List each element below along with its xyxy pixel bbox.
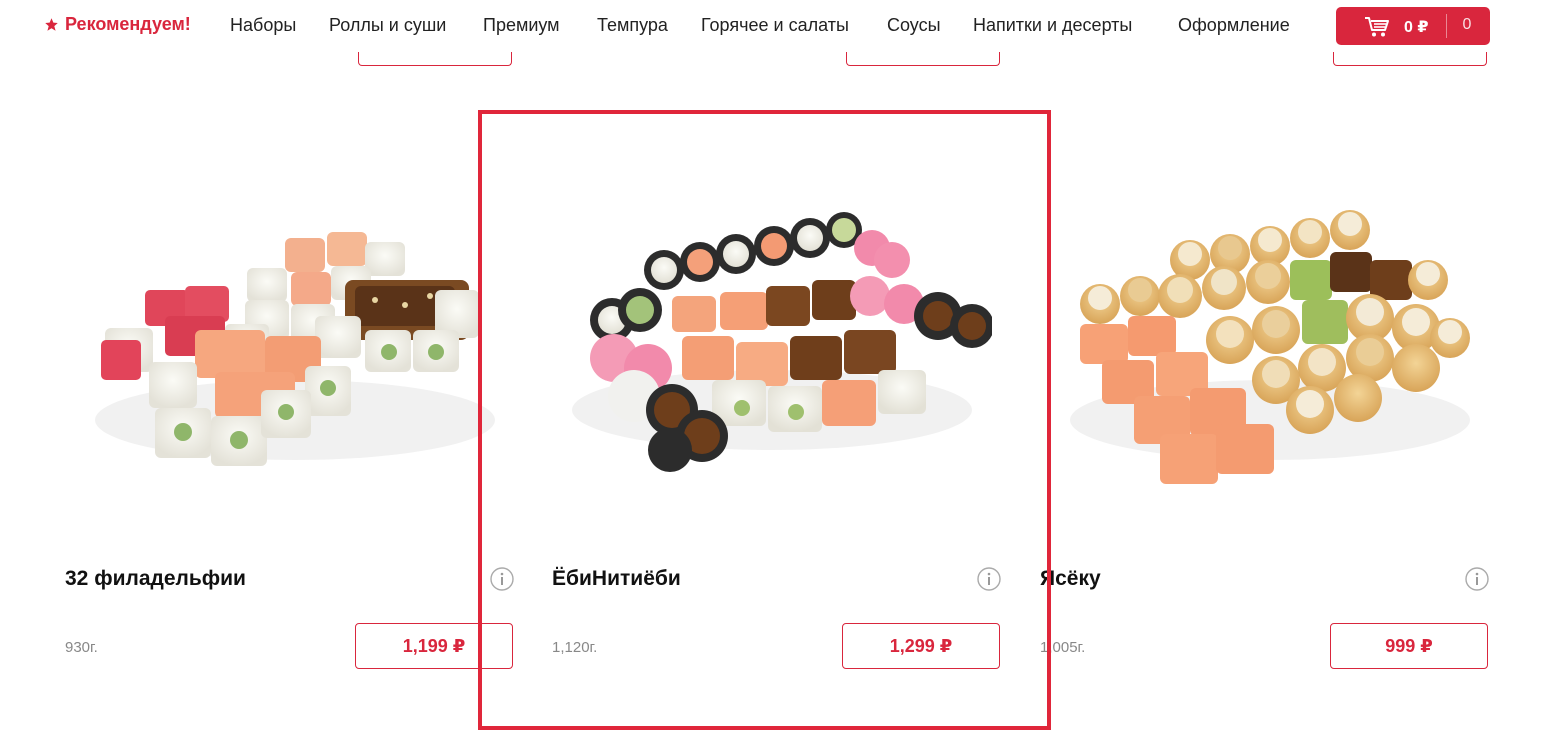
nav-item-recommend[interactable]: Рекомендуем! — [44, 14, 191, 35]
product-image[interactable] — [1040, 90, 1480, 550]
add-to-cart-price-button[interactable]: 999 ₽ — [1330, 623, 1488, 669]
cart-sum: 0 ₽ — [1404, 19, 1429, 36]
product-card[interactable]: Ясёку 1,005г. 999 ₽ — [1040, 90, 1489, 690]
cart-count: 0 — [1462, 16, 1472, 33]
cart-divider — [1446, 14, 1447, 38]
nav-item-hot-salads[interactable]: Горячее и салаты — [701, 15, 849, 36]
add-to-cart-price-button[interactable]: 1,199 ₽ — [355, 623, 513, 669]
nav-item-rolls-sushi[interactable]: Роллы и суши — [329, 15, 446, 36]
nav-item-recommend-label: Рекомендуем! — [65, 14, 191, 34]
product-title[interactable]: ЁбиНитиёби — [552, 567, 681, 591]
top-navigation: Рекомендуем! Наборы Роллы и суши Премиум… — [0, 0, 1565, 52]
nav-item-drinks-desserts[interactable]: Напитки и десерты — [973, 15, 1132, 36]
info-icon[interactable] — [490, 567, 514, 591]
prev-row-price-button-edge[interactable] — [1333, 52, 1487, 66]
cart-button[interactable]: 0 ₽ 0 — [1336, 7, 1490, 45]
prev-row-price-button-edge[interactable] — [846, 52, 1000, 66]
product-image[interactable] — [552, 90, 992, 550]
product-weight: 1,005г. — [1040, 639, 1086, 656]
product-title[interactable]: Ясёку — [1040, 567, 1101, 591]
info-icon[interactable] — [977, 567, 1001, 591]
cart-icon — [1365, 17, 1389, 37]
product-image[interactable] — [65, 90, 505, 550]
star-icon — [45, 18, 58, 31]
product-weight: 1,120г. — [552, 639, 598, 656]
product-card[interactable]: 32 филадельфии 930г. 1,199 ₽ — [65, 90, 514, 690]
nav-item-checkout[interactable]: Оформление — [1178, 15, 1290, 36]
add-to-cart-price-button[interactable]: 1,299 ₽ — [842, 623, 1000, 669]
product-title[interactable]: 32 филадельфии — [65, 567, 246, 591]
info-icon[interactable] — [1465, 567, 1489, 591]
product-card[interactable]: ЁбиНитиёби 1,120г. 1,299 ₽ — [552, 90, 1001, 690]
nav-item-sets[interactable]: Наборы — [230, 15, 296, 36]
nav-item-sauces[interactable]: Соусы — [887, 15, 941, 36]
nav-item-premium[interactable]: Премиум — [483, 15, 560, 36]
nav-item-tempura[interactable]: Темпура — [597, 15, 668, 36]
prev-row-price-button-edge[interactable] — [358, 52, 512, 66]
product-weight: 930г. — [65, 639, 98, 656]
